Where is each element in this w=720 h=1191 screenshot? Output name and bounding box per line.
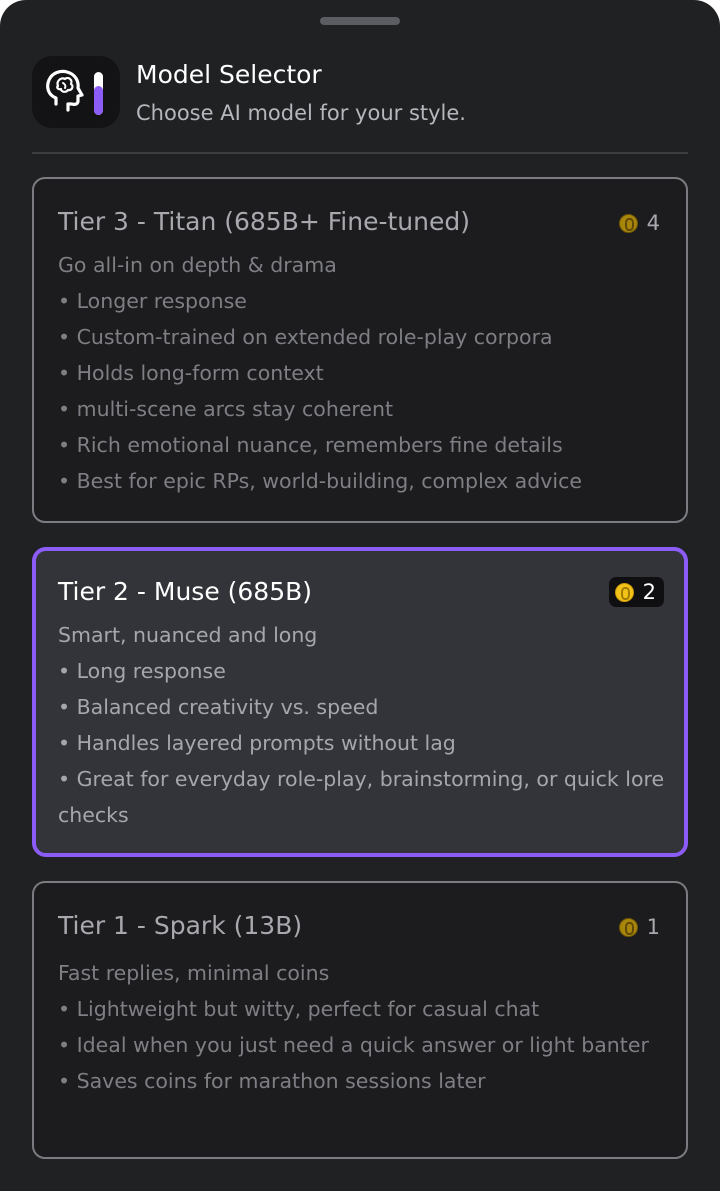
tier-card-muse[interactable]: Tier 2 - Muse (685B) 2 Smart, nuanced an… bbox=[32, 547, 688, 857]
tier-tagline: Smart, nuanced and long bbox=[58, 623, 318, 647]
coin-icon bbox=[618, 213, 638, 233]
tier-description: Fast replies, minimal coins • Lightweigh… bbox=[58, 955, 668, 1099]
feature-item: • Handles layered prompts without lag bbox=[58, 731, 456, 755]
tier-card-titan[interactable]: Tier 3 - Titan (685B+ Fine-tuned) 4 Go a… bbox=[32, 177, 688, 523]
tier-card-spark[interactable]: Tier 1 - Spark (13B) 1 Fast replies, min… bbox=[32, 881, 688, 1159]
page-title: Model Selector bbox=[136, 60, 322, 89]
coin-icon bbox=[614, 582, 634, 602]
feature-item: • Balanced creativity vs. speed bbox=[58, 695, 379, 719]
feature-item: • Great for everyday role-play, brainsto… bbox=[58, 767, 665, 827]
feature-item: • multi-scene arcs stay coherent bbox=[58, 397, 394, 421]
tier-tagline: Fast replies, minimal coins bbox=[58, 961, 330, 985]
tier-description: Go all-in on depth & drama • Longer resp… bbox=[58, 247, 668, 499]
feature-item: • Longer response bbox=[58, 289, 247, 313]
feature-item: • Long response bbox=[58, 659, 226, 683]
cost-value: 4 bbox=[646, 211, 660, 235]
cost-value: 1 bbox=[646, 915, 660, 939]
cost-badge: 2 bbox=[608, 577, 664, 607]
tier-description: Smart, nuanced and long • Long response … bbox=[58, 617, 668, 833]
page-subtitle: Choose AI model for your style. bbox=[136, 101, 466, 125]
feature-item: • Ideal when you just need a quick answe… bbox=[58, 1033, 649, 1057]
tier-tagline: Go all-in on depth & drama bbox=[58, 253, 337, 277]
cost-badge: 1 bbox=[618, 914, 660, 940]
header-divider bbox=[32, 152, 688, 154]
tier-title: Tier 3 - Titan (685B+ Fine-tuned) bbox=[58, 207, 470, 236]
feature-item: • Saves coins for marathon sessions late… bbox=[58, 1069, 486, 1093]
tier-title: Tier 1 - Spark (13B) bbox=[58, 911, 303, 940]
cost-value: 2 bbox=[642, 580, 656, 604]
tier-title: Tier 2 - Muse (685B) bbox=[58, 577, 313, 606]
brain-head-icon bbox=[32, 56, 120, 128]
coin-icon bbox=[618, 917, 638, 937]
cost-badge: 4 bbox=[618, 210, 660, 236]
feature-item: • Custom-trained on extended role-play c… bbox=[58, 325, 553, 349]
feature-item: • Best for epic RPs, world-building, com… bbox=[58, 469, 582, 493]
feature-item: • Rich emotional nuance, remembers fine … bbox=[58, 433, 563, 457]
model-selector-sheet: Model Selector Choose AI model for your … bbox=[0, 0, 720, 1191]
feature-item: • Holds long-form context bbox=[58, 361, 324, 385]
drag-handle[interactable] bbox=[320, 17, 400, 25]
feature-item: • Lightweight but witty, perfect for cas… bbox=[58, 997, 540, 1021]
